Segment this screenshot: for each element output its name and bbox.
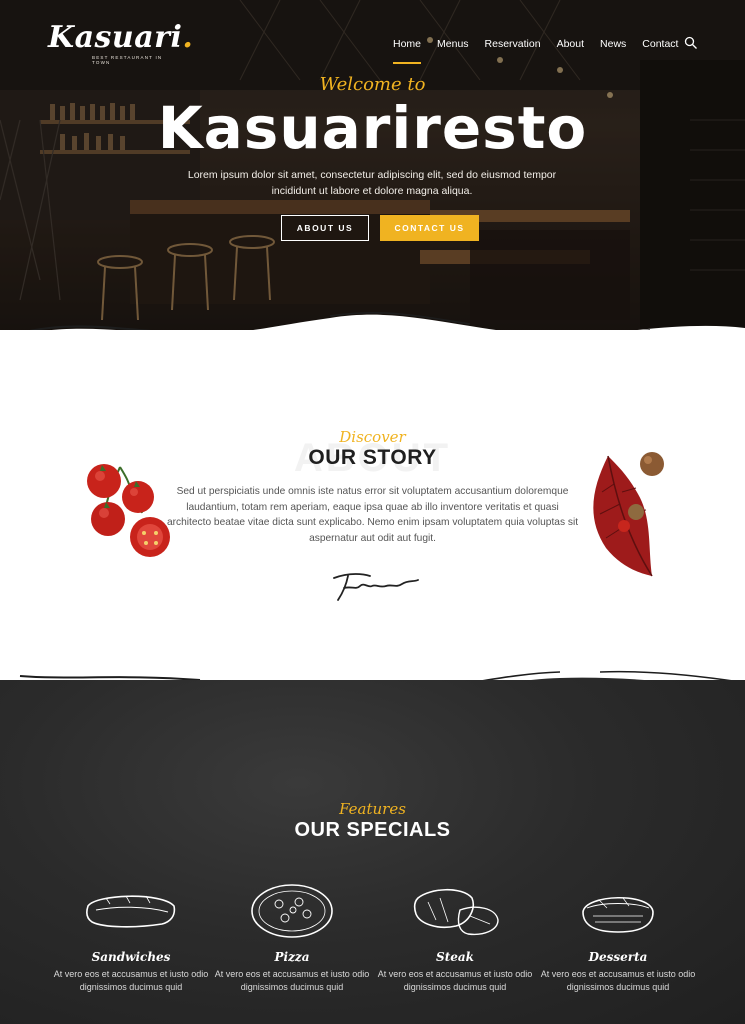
special-name: Steak [436,950,474,964]
nav-item-menus[interactable]: Menus [437,38,469,58]
hero-welcome-script: Welcome to [319,74,426,95]
sandwich-illustration [86,895,176,928]
about-us-button[interactable]: ABOUT US [281,215,369,241]
special-name: Sandwiches [91,950,171,964]
dessert-illustration [582,897,654,933]
special-item[interactable]: Sandwiches At vero eos et accusamus et i… [46,876,216,1016]
nav-item-contact[interactable]: Contact [642,38,678,58]
nav-item-news[interactable]: News [600,38,626,58]
special-description: At vero eos et accusamus et iusto odio d… [540,969,696,992]
steak-illustration [413,888,499,936]
hero-description: Lorem ipsum dolor sit amet, consectetur … [187,169,557,197]
pizza-illustration [251,884,333,938]
contact-us-button[interactable]: CONTACT US [380,215,479,241]
story-kicker: Discover [339,428,406,446]
special-name: Pizza [274,950,310,964]
logo-tagline: BEST RESTAURANT IN TOWN [92,55,163,65]
special-description: At vero eos et accusamus et iusto odio d… [53,969,209,992]
tomatoes-image [87,464,170,557]
main-nav: Home Menus Reservation About News Contac… [393,38,694,64]
logo-dot: . [182,20,194,55]
specials-kicker: Features [339,800,406,818]
chef-signature [333,573,419,601]
nav-item-home[interactable]: Home [393,38,422,64]
nav-item-reservation[interactable]: Reservation [485,38,541,58]
leaf-and-spice-image [593,452,664,577]
search-icon[interactable] [684,36,698,50]
special-name: Desserta [588,950,648,964]
special-item[interactable]: Steak At vero eos et accusamus et iusto … [370,876,540,1016]
logo-name: Kasuari [48,20,183,55]
story-text: Sed ut perspiciatis unde omnis iste natu… [166,486,579,544]
specials-title: OUR SPECIALS [294,819,451,841]
brand-logo[interactable]: Kasuari. BEST RESTAURANT IN TOWN [48,22,193,72]
special-description: At vero eos et accusamus et iusto odio d… [214,969,370,992]
special-item[interactable]: Desserta At vero eos et accusamus et ius… [533,876,703,1016]
hero-title: Kasuariresto [157,94,588,162]
special-description: At vero eos et accusamus et iusto odio d… [377,969,533,992]
nav-item-about[interactable]: About [557,38,584,58]
special-item[interactable]: Pizza At vero eos et accusamus et iusto … [207,876,377,1016]
logo-wordmark: Kasuari. [48,22,193,54]
